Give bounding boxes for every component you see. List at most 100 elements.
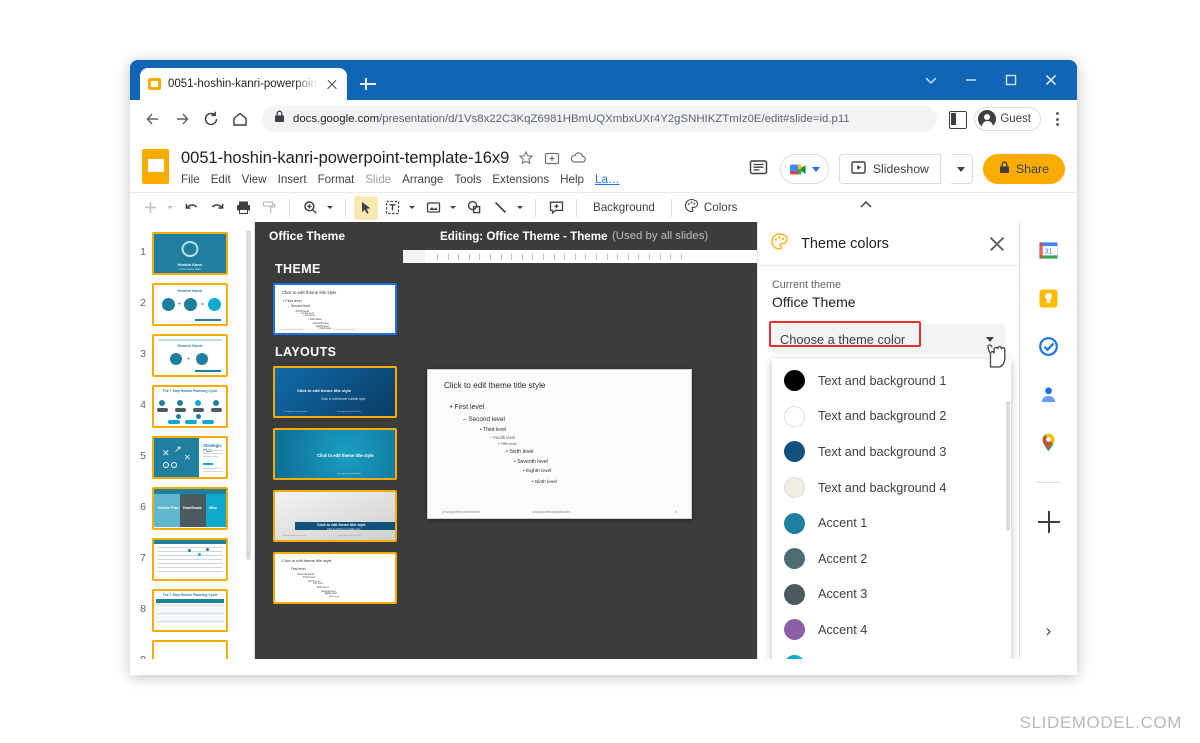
new-tab-button[interactable] (358, 74, 378, 94)
layout-thumbnail[interactable]: Click to edit theme title style Unsuppor… (273, 428, 397, 480)
reload-icon[interactable] (198, 106, 224, 132)
google-meet-button[interactable] (780, 154, 829, 184)
slide-thumbnail[interactable] (152, 640, 228, 659)
menu-extensions[interactable]: Extensions (492, 173, 549, 186)
list-item[interactable]: 8 The 7 Step Hoshin Planning Cycle (130, 585, 254, 636)
slide-level-4[interactable]: – Fourth level (490, 435, 515, 440)
google-tasks-icon[interactable] (1038, 336, 1060, 358)
slide-canvas[interactable]: Click to edit theme title style • First … (427, 369, 692, 519)
list-item[interactable]: 6 Hoshin Plan How/Goals Who (130, 483, 254, 534)
menu-slide[interactable]: Slide (365, 173, 391, 186)
chevron-down-icon[interactable] (164, 196, 177, 220)
browser-tab[interactable]: 0051-hoshin-kanri-powerpoint-t (140, 68, 347, 100)
google-contacts-icon[interactable] (1038, 384, 1060, 406)
slide-thumbnail[interactable]: Hoshin Plan How/Goals Who (152, 487, 228, 530)
maximize-icon[interactable] (991, 60, 1031, 100)
slide-level-2[interactable]: – Second level (463, 416, 505, 423)
theme-color-option[interactable]: Accent 3 (772, 577, 1011, 613)
theme-color-option[interactable]: Text and background 1 (772, 363, 1011, 399)
side-panel-icon[interactable] (946, 108, 968, 130)
home-icon[interactable] (227, 106, 253, 132)
slide-level-9[interactable]: • Ninth level (532, 479, 557, 484)
shape-icon[interactable] (462, 196, 486, 220)
slide-thumbnail[interactable]: The 7 Step Hoshin Planning Cycle (152, 385, 228, 428)
chevron-down-icon[interactable] (406, 196, 419, 220)
address-bar[interactable]: docs.google.com/presentation/d/1Vs8x22C3… (262, 106, 937, 132)
back-icon[interactable] (140, 106, 166, 132)
theme-color-select[interactable]: Choose a theme color (772, 324, 1005, 354)
slide-title-placeholder[interactable]: Click to edit theme title style (444, 381, 545, 390)
slide-filmstrip[interactable]: 1 Hoshin Kanri Lorem ipsum dolor 2 Hoshi… (130, 222, 255, 659)
theme-color-option[interactable]: Text and background 3 (772, 434, 1011, 470)
close-icon[interactable] (325, 77, 339, 91)
slide-thumbnail[interactable]: Hoshin Kanri + (152, 334, 228, 377)
menu-tools[interactable]: Tools (454, 173, 481, 186)
list-item[interactable]: 5 ✕ ↗ ✕ Strategic Plan (130, 432, 254, 483)
add-app-button[interactable] (1038, 511, 1060, 533)
new-slide-icon[interactable] (138, 196, 162, 220)
zoom-icon[interactable] (298, 196, 322, 220)
profile-button[interactable]: Guest (974, 107, 1041, 131)
paint-format-icon[interactable] (257, 196, 281, 220)
share-button[interactable]: Share (983, 154, 1065, 184)
slide-level-6[interactable]: • Sixth level (506, 449, 533, 455)
theme-color-option[interactable]: Accent 2 (772, 541, 1011, 577)
theme-color-option[interactable]: Accent 5 (772, 648, 1011, 659)
insert-image-icon[interactable] (421, 196, 445, 220)
slide-thumbnail[interactable] (152, 538, 228, 581)
kebab-menu-icon[interactable] (1047, 107, 1067, 131)
filmstrip-scrollbar[interactable] (246, 230, 251, 560)
layout-thumbnail[interactable]: Click to edit theme title style Click to… (273, 366, 397, 418)
line-icon[interactable] (488, 196, 512, 220)
menu-view[interactable]: View (242, 173, 267, 186)
menu-arrange[interactable]: Arrange (402, 173, 443, 186)
close-icon[interactable] (1031, 60, 1071, 100)
add-comment-icon[interactable] (544, 196, 568, 220)
theme-color-option[interactable]: Accent 1 (772, 505, 1011, 541)
colors-button[interactable]: Colors (680, 198, 742, 218)
theme-color-option[interactable]: Text and background 4 (772, 470, 1011, 506)
expand-rail-button[interactable]: › (1046, 621, 1052, 641)
move-to-folder-icon[interactable] (544, 150, 561, 167)
chevron-up-icon[interactable] (857, 196, 881, 220)
list-item[interactable]: 2 Hoshin Kanri + = (130, 279, 254, 330)
cloud-saved-icon[interactable] (570, 150, 587, 167)
theme-master-thumbnail[interactable]: Click to edit theme title style • First … (273, 283, 397, 335)
list-item[interactable]: 7 (130, 534, 254, 585)
slide-level-5[interactable]: » Fifth level (498, 442, 517, 446)
list-item[interactable]: 3 Hoshin Kanri + (130, 330, 254, 381)
chevron-down-icon[interactable] (514, 196, 527, 220)
print-icon[interactable] (231, 196, 255, 220)
list-item[interactable]: 4 The 7 Step Hoshin Planning Cycle (130, 381, 254, 432)
forward-icon[interactable] (169, 106, 195, 132)
google-keep-icon[interactable] (1038, 288, 1060, 310)
star-icon[interactable] (518, 150, 535, 167)
layout-thumbnail[interactable]: Click to edit theme title style Click to… (273, 490, 397, 542)
menu-edit[interactable]: Edit (211, 173, 231, 186)
redo-icon[interactable] (205, 196, 229, 220)
menu-insert[interactable]: Insert (278, 173, 307, 186)
google-maps-icon[interactable] (1038, 432, 1060, 454)
slide-level-3[interactable]: • Third level (480, 427, 506, 433)
chevron-down-icon[interactable] (447, 196, 460, 220)
text-box-icon[interactable] (380, 196, 404, 220)
page-title[interactable]: 0051-hoshin-kanri-powerpoint-template-16… (181, 149, 509, 168)
menu-help[interactable]: Help (560, 173, 584, 186)
layout-thumbnail[interactable]: Click to edit theme title style First le… (273, 552, 397, 604)
slide-level-1[interactable]: • First level (450, 404, 484, 411)
theme-color-option[interactable]: Text and background 2 (772, 399, 1011, 435)
theme-color-option[interactable]: Accent 4 (772, 612, 1011, 648)
slide-level-7[interactable]: • Seventh level (514, 459, 548, 465)
google-calendar-icon[interactable]: 31 (1038, 240, 1060, 262)
background-button[interactable]: Background (585, 201, 663, 214)
undo-icon[interactable] (179, 196, 203, 220)
close-icon[interactable] (987, 234, 1007, 254)
slideshow-button[interactable]: Slideshow (839, 154, 941, 184)
slide-thumbnail[interactable]: Hoshin Kanri + = (152, 283, 228, 326)
slide-thumbnail[interactable]: The 7 Step Hoshin Planning Cycle (152, 589, 228, 632)
minimize-icon[interactable] (951, 60, 991, 100)
language-indicator[interactable]: La… (595, 173, 620, 186)
slide-thumbnail[interactable]: Hoshin Kanri Lorem ipsum dolor (152, 232, 228, 275)
minimize-down-icon[interactable] (911, 60, 951, 100)
menu-file[interactable]: File (181, 173, 200, 186)
